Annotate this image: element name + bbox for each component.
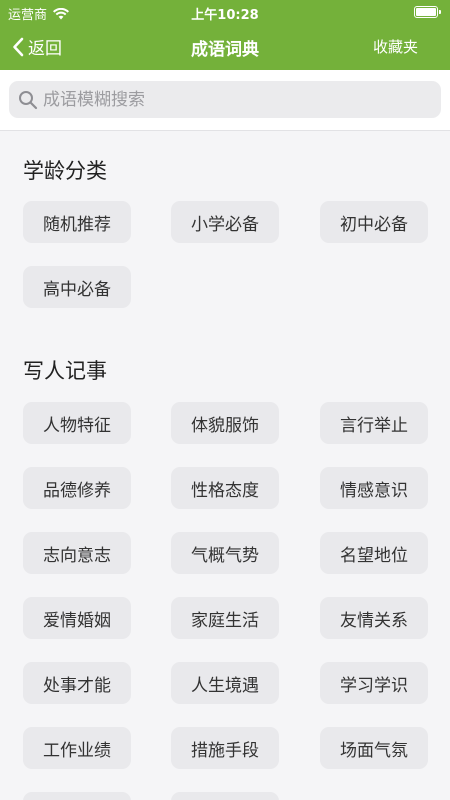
category-list: 学龄分类 随机推荐 小学必备 初中必备 高中必备 写人记事 人物特征 体貌服饰 … bbox=[0, 131, 450, 800]
search-icon bbox=[19, 90, 38, 109]
search-input[interactable] bbox=[43, 89, 423, 110]
header: 运营商 上午10:28 返回 成语词典 收藏夹 bbox=[0, 0, 450, 70]
tag-button[interactable]: 随机推荐 bbox=[23, 201, 131, 243]
tag-button[interactable]: 措施手段 bbox=[171, 727, 279, 769]
search-field[interactable] bbox=[9, 81, 441, 118]
tag-button[interactable]: 人生境遇 bbox=[171, 662, 279, 704]
tag-button[interactable]: 言行举止 bbox=[320, 402, 428, 444]
tag-button[interactable]: 小学必备 bbox=[171, 201, 279, 243]
tag-button[interactable]: 友情关系 bbox=[320, 597, 428, 639]
tag-button[interactable]: 名望地位 bbox=[320, 532, 428, 574]
status-bar: 运营商 上午10:28 bbox=[0, 0, 450, 24]
tag-button[interactable]: 情感意识 bbox=[320, 467, 428, 509]
tag-button[interactable]: 品德修养 bbox=[23, 467, 131, 509]
favorites-button[interactable]: 收藏夹 bbox=[373, 36, 418, 57]
tag-button[interactable]: 场面气氛 bbox=[320, 727, 428, 769]
back-label: 返回 bbox=[28, 39, 62, 59]
tag-button[interactable]: 高中必备 bbox=[23, 266, 131, 308]
battery-icon bbox=[414, 6, 441, 18]
section-title: 写人记事 bbox=[23, 359, 107, 383]
search-bar bbox=[0, 70, 450, 131]
tag-button[interactable]: 学习学识 bbox=[320, 662, 428, 704]
status-time: 上午10:28 bbox=[191, 8, 259, 23]
tag-button[interactable]: 家庭生活 bbox=[171, 597, 279, 639]
nav-bar: 返回 成语词典 收藏夹 bbox=[0, 24, 450, 70]
tag-button[interactable]: 性格态度 bbox=[171, 467, 279, 509]
tag-button[interactable]: 处事才能 bbox=[23, 662, 131, 704]
section-title: 学龄分类 bbox=[23, 159, 107, 183]
back-button[interactable]: 返回 bbox=[12, 34, 62, 59]
tag-button-partial[interactable] bbox=[23, 792, 131, 800]
tag-button[interactable]: 气概气势 bbox=[171, 532, 279, 574]
tag-button[interactable]: 初中必备 bbox=[320, 201, 428, 243]
tag-button[interactable]: 体貌服饰 bbox=[171, 402, 279, 444]
tag-button[interactable]: 工作业绩 bbox=[23, 727, 131, 769]
tag-button[interactable]: 志向意志 bbox=[23, 532, 131, 574]
chevron-left-icon bbox=[13, 37, 24, 56]
tag-button-partial[interactable] bbox=[171, 792, 279, 800]
tag-button[interactable]: 爱情婚姻 bbox=[23, 597, 131, 639]
tag-button[interactable]: 人物特征 bbox=[23, 402, 131, 444]
